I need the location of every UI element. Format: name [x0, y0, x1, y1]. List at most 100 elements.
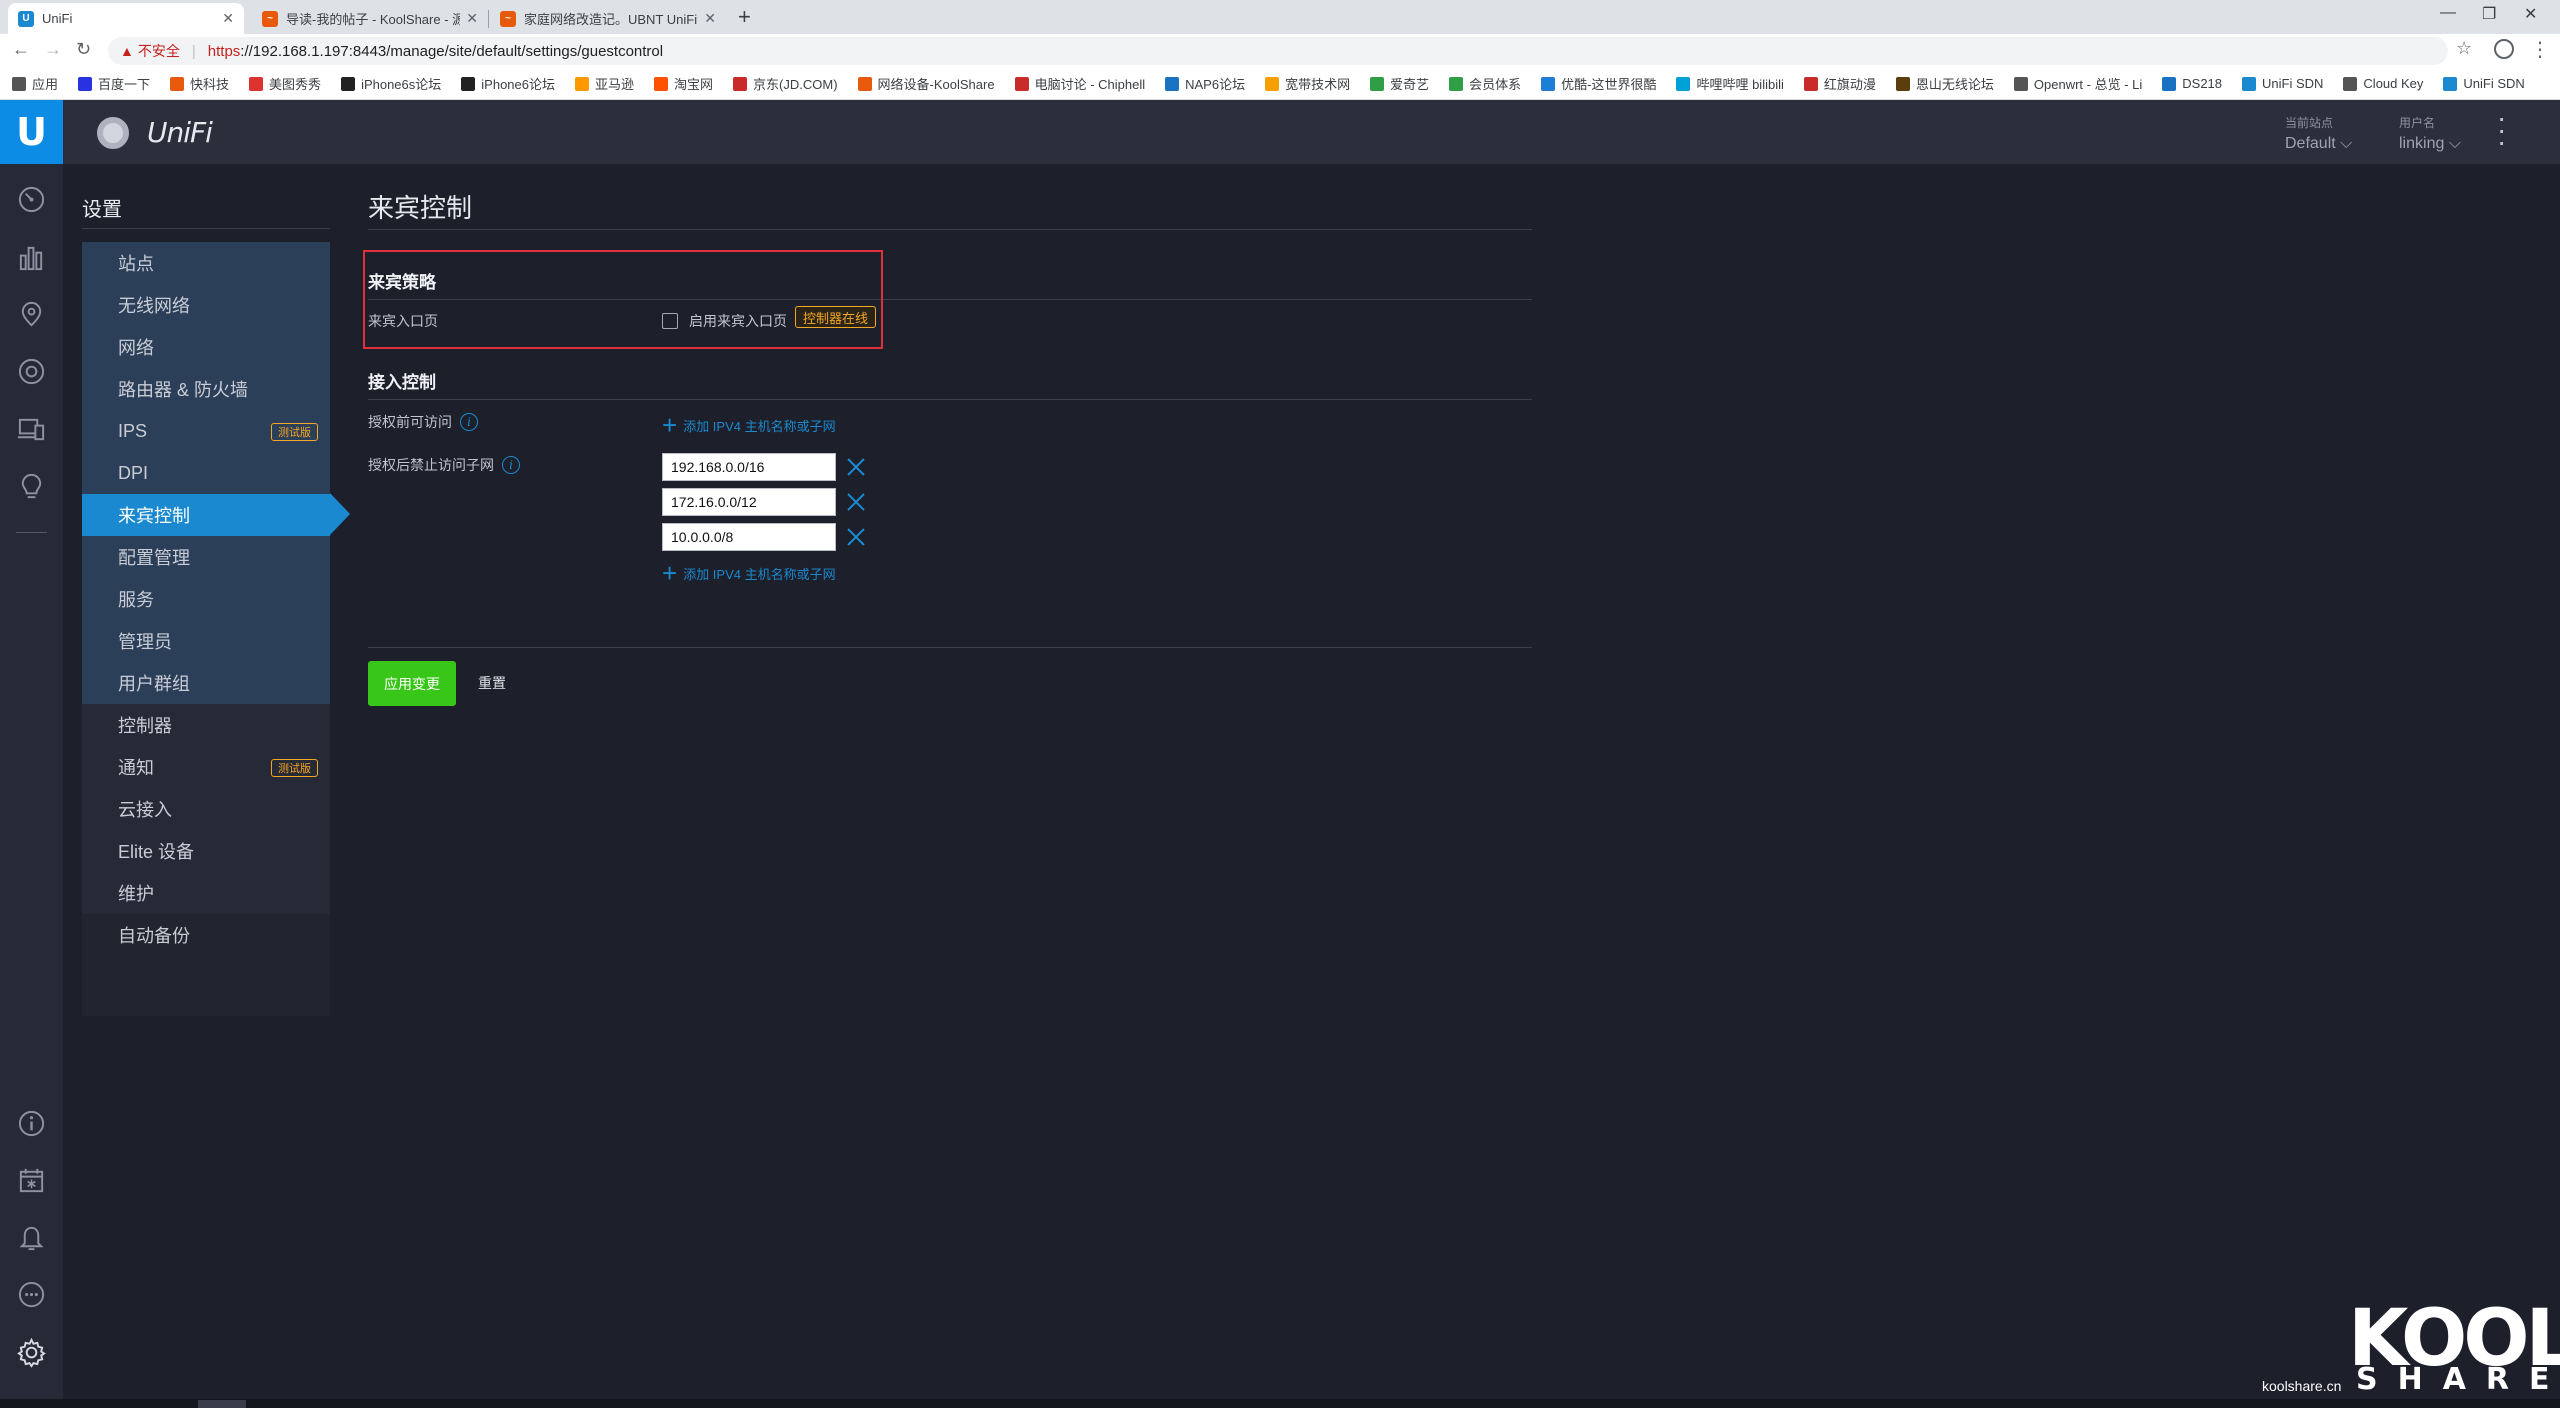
address-separator: |: [191, 42, 196, 60]
sidebar-item[interactable]: 路由器 & 防火墙: [82, 368, 330, 410]
bookmark-favicon-icon: [1014, 76, 1029, 91]
ubiquiti-logo-icon[interactable]: U: [0, 100, 63, 164]
subnet-input[interactable]: 172.16.0.0/12: [662, 488, 836, 516]
remove-subnet-icon[interactable]: [844, 455, 868, 479]
bookmark-item[interactable]: iPhone6论坛: [461, 74, 555, 93]
sidebar-item-label: 无线网络: [118, 296, 190, 316]
close-tab-icon[interactable]: ✕: [704, 10, 716, 27]
sidebar-item[interactable]: 无线网络: [82, 284, 330, 326]
bookmark-item[interactable]: 京东(JD.COM): [733, 74, 838, 93]
site-selector[interactable]: 当前站点 Default ⌵: [2285, 114, 2352, 153]
sidebar-item[interactable]: 来宾控制: [82, 494, 330, 536]
bookmark-favicon-icon: [249, 76, 264, 91]
bookmark-label: 应用: [32, 77, 59, 92]
sidebar-item[interactable]: 维护: [82, 872, 330, 914]
close-tab-icon[interactable]: ✕: [466, 10, 478, 27]
bookmark-item[interactable]: 快科技: [170, 74, 229, 93]
close-window-icon[interactable]: ✕: [2524, 4, 2537, 24]
bookmark-item[interactable]: NAP6论坛: [1165, 74, 1245, 93]
url-text: ://192.168.1.197:8443/manage/site/defaul…: [240, 42, 664, 60]
profile-icon[interactable]: [2494, 39, 2514, 59]
bookmark-item[interactable]: 百度一下: [78, 74, 150, 93]
bookmark-item[interactable]: 淘宝网: [654, 74, 713, 93]
bookmark-item[interactable]: UniFi SDN: [2242, 76, 2323, 91]
reset-button[interactable]: 重置: [478, 673, 506, 693]
app-menu-icon[interactable]: · · ·: [2497, 104, 2506, 156]
remove-subnet-icon[interactable]: [844, 490, 868, 514]
bookmark-item[interactable]: 爱奇艺: [1370, 74, 1429, 93]
sidebar-item[interactable]: 管理员: [82, 620, 330, 662]
sidebar-item[interactable]: 站点: [82, 242, 330, 284]
koolshare-watermark-share: SHARE: [2356, 1362, 2560, 1397]
dashboard-icon[interactable]: [16, 184, 47, 215]
koolshare-favicon-icon: ~: [500, 10, 516, 27]
minimize-icon[interactable]: —: [2440, 4, 2456, 22]
sidebar-item[interactable]: 云接入: [82, 788, 330, 830]
info-icon[interactable]: i: [502, 456, 520, 474]
new-tab-button[interactable]: +: [738, 4, 751, 30]
bookmark-item[interactable]: Openwrt - 总览 - Li: [2013, 74, 2142, 93]
bookmark-item[interactable]: 应用: [12, 74, 58, 93]
bookmark-item[interactable]: 优酷-这世界很酷: [1541, 74, 1656, 93]
icon-rail: U: [0, 100, 63, 1408]
bookmark-item[interactable]: 美图秀秀: [249, 74, 321, 93]
bookmark-item[interactable]: 电脑讨论 - Chiphell: [1014, 74, 1145, 93]
bookmark-item[interactable]: 哔哩哔哩 bilibili: [1676, 74, 1784, 93]
sidebar-item[interactable]: 控制器: [82, 704, 330, 746]
remove-subnet-icon[interactable]: [844, 525, 868, 549]
bookmark-favicon-icon: [2443, 76, 2458, 91]
forward-arrow-icon[interactable]: →: [44, 39, 62, 60]
info-icon[interactable]: [16, 1108, 47, 1139]
unifi-logo-icon: [97, 117, 129, 149]
add-pre-auth-host-link[interactable]: + 添加 IPV4 主机名称或子网: [662, 412, 836, 438]
tab-home-network[interactable]: ~ 家庭网络改造记。UBNT UniFi全 ✕: [490, 3, 726, 34]
bookmark-label: 美图秀秀: [269, 77, 322, 92]
reload-icon[interactable]: ↻: [76, 39, 91, 60]
bookmark-item[interactable]: Cloud Key: [2343, 76, 2423, 91]
clients-icon[interactable]: [16, 414, 47, 445]
sidebar-item[interactable]: Elite 设备: [82, 830, 330, 872]
settings-icon[interactable]: [16, 1337, 47, 1368]
events-icon[interactable]: [16, 1165, 47, 1196]
sidebar-item[interactable]: IPS 测试版: [82, 410, 330, 452]
map-icon[interactable]: [16, 299, 47, 330]
bookmark-item[interactable]: DS218: [2162, 76, 2222, 91]
chat-icon[interactable]: [16, 1280, 47, 1311]
bookmark-label: 恩山无线论坛: [1915, 77, 1994, 92]
address-bar[interactable]: ▲ 不安全 | https ://192.168.1.197:8443/mana…: [108, 37, 2448, 65]
add-post-auth-subnet-link[interactable]: + 添加 IPV4 主机名称或子网: [662, 560, 836, 586]
browser-menu-icon[interactable]: ⋮: [2530, 37, 2550, 62]
statistics-icon[interactable]: [16, 242, 47, 273]
close-tab-icon[interactable]: ✕: [222, 10, 234, 27]
apply-changes-button[interactable]: 应用变更: [368, 661, 456, 706]
info-icon[interactable]: i: [460, 413, 478, 431]
user-selector[interactable]: 用户名 linking ⌵: [2399, 114, 2461, 153]
bookmark-item[interactable]: 网络设备-KoolShare: [857, 74, 995, 93]
back-arrow-icon[interactable]: ←: [12, 39, 30, 60]
bookmark-item[interactable]: iPhone6s论坛: [341, 74, 441, 93]
insights-icon[interactable]: [16, 471, 47, 502]
sidebar-item[interactable]: 服务: [82, 578, 330, 620]
sidebar-item[interactable]: 配置管理: [82, 536, 330, 578]
alerts-icon[interactable]: [16, 1222, 47, 1253]
bookmark-star-icon[interactable]: ☆: [2456, 38, 2472, 59]
restore-icon[interactable]: ❐: [2482, 4, 2496, 24]
bookmark-item[interactable]: 红旗动漫: [1803, 74, 1876, 93]
bookmark-item[interactable]: 恩山无线论坛: [1895, 74, 1994, 93]
chevron-down-icon: ⌵: [2448, 135, 2461, 152]
sidebar-item[interactable]: 通知 测试版: [82, 746, 330, 788]
subnet-input[interactable]: 10.0.0.0/8: [662, 523, 836, 551]
sidebar-item[interactable]: 网络: [82, 326, 330, 368]
tab-unifi[interactable]: U UniFi ✕: [8, 3, 244, 34]
devices-icon[interactable]: [16, 356, 47, 387]
sidebar-item[interactable]: DPI: [82, 452, 330, 494]
sidebar-item[interactable]: 用户群组: [82, 662, 330, 704]
bookmark-item[interactable]: 会员体系: [1449, 74, 1521, 93]
bookmark-item[interactable]: UniFi SDN: [2443, 76, 2525, 91]
form-footer-rule: [368, 647, 1532, 648]
bookmark-item[interactable]: 亚马逊: [575, 74, 634, 93]
tab-koolshare-posts[interactable]: ~ 导读-我的帖子 - KoolShare - 源 ✕: [252, 3, 488, 34]
subnet-input[interactable]: 192.168.0.0/16: [662, 453, 836, 481]
bookmark-item[interactable]: 宽带技术网: [1265, 74, 1350, 93]
sidebar-item[interactable]: 自动备份: [82, 914, 330, 956]
